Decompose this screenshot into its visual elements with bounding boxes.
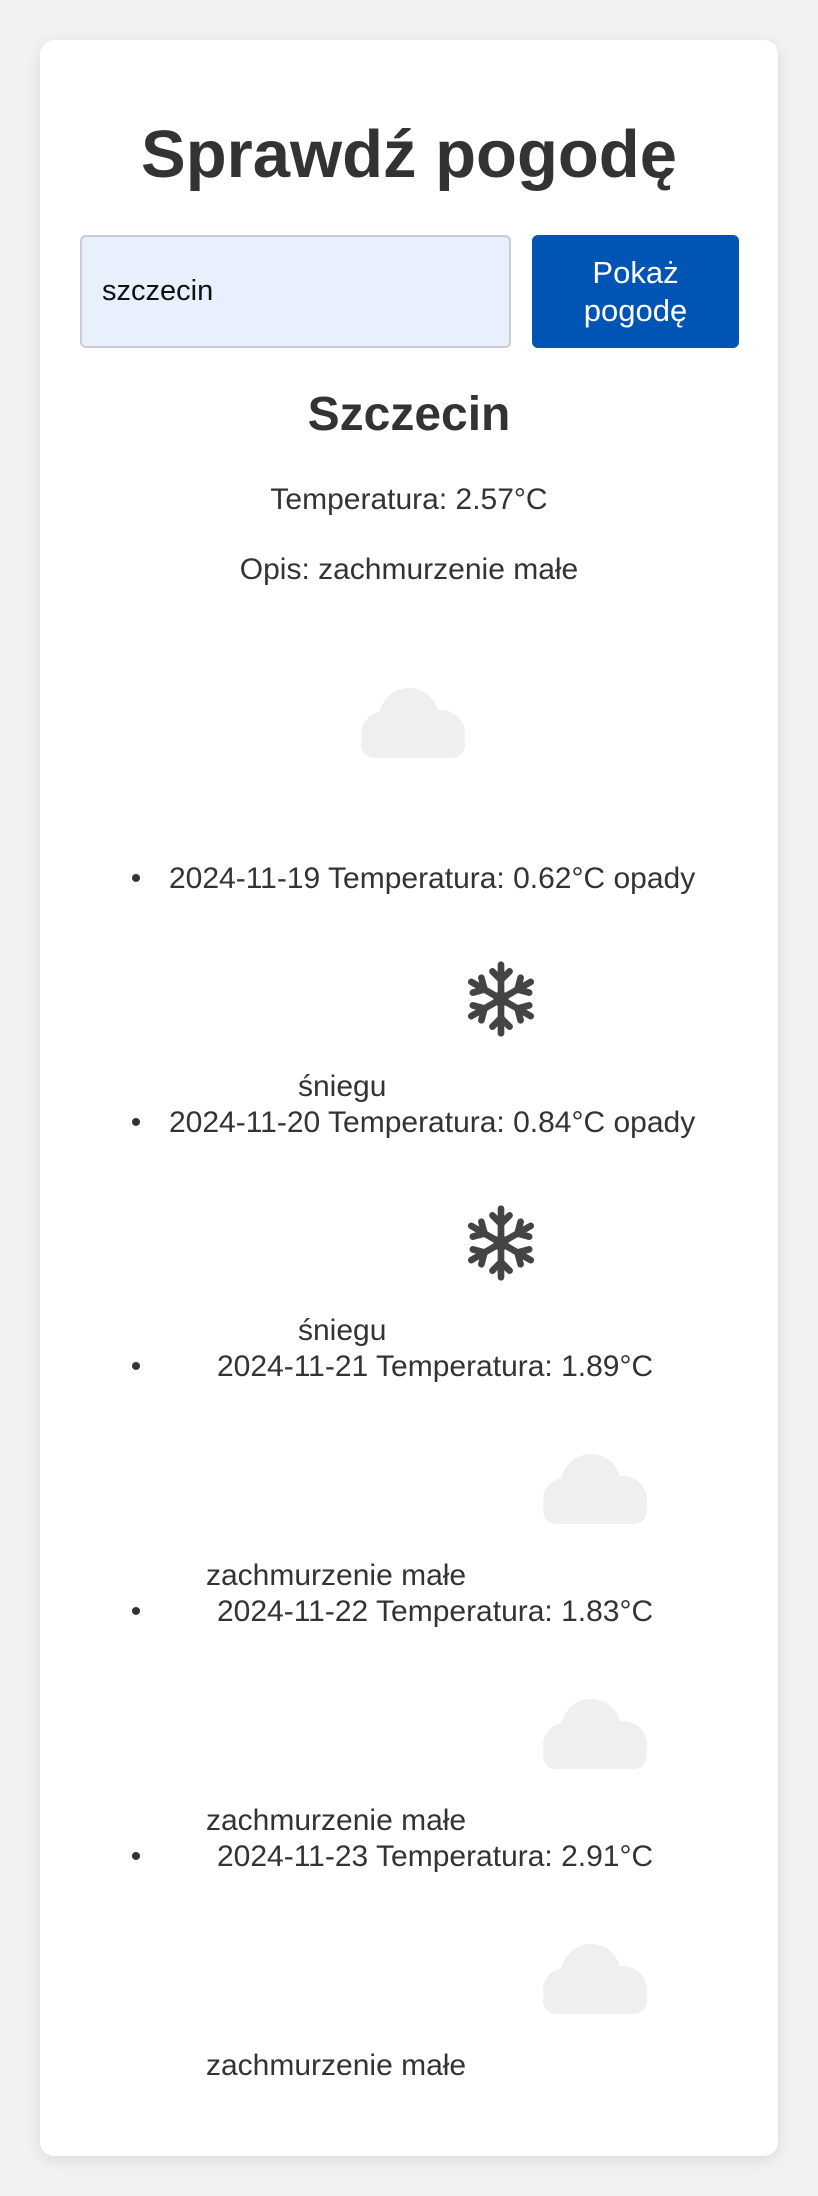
forecast-day-line: 2024-11-23 Temperatura: 2.91°C	[217, 1840, 654, 1873]
forecast-day-description: zachmurzenie małe	[206, 1559, 467, 1592]
list-bullet: •	[130, 1350, 142, 1383]
cloud-icon	[543, 1944, 647, 2014]
forecast-day-description: zachmurzenie małe	[206, 1804, 467, 1837]
forecast-day-description: śniegu	[298, 1070, 387, 1103]
forecast-day-line: 2024-11-22 Temperatura: 1.83°C	[217, 1595, 654, 1628]
snowflake-icon	[467, 961, 535, 1037]
list-bullet: •	[130, 1595, 142, 1628]
list-bullet: •	[130, 862, 142, 895]
list-bullet: •	[130, 1840, 142, 1873]
cloud-icon	[361, 688, 465, 758]
city-name: Szczecin	[307, 388, 511, 441]
show-weather-button[interactable]: Pokaż pogodę	[532, 235, 739, 348]
cloud-icon	[543, 1454, 647, 1524]
list-bullet: •	[130, 1106, 142, 1139]
cloud-icon	[543, 1699, 647, 1769]
forecast-day-line: 2024-11-20 Temperatura: 0.84°C opady	[169, 1106, 696, 1139]
forecast-day-description: śniegu	[298, 1314, 387, 1347]
forecast-day-line: 2024-11-19 Temperatura: 0.62°C opady	[169, 862, 696, 895]
snowflake-icon	[467, 1205, 535, 1281]
current-temperature: Temperatura: 2.57°C	[270, 483, 548, 516]
current-description: Opis: zachmurzenie małe	[239, 553, 579, 586]
forecast-day-line: 2024-11-21 Temperatura: 1.89°C	[217, 1350, 654, 1383]
forecast-day-description: zachmurzenie małe	[206, 2049, 467, 2082]
page-title: Sprawdź pogodę	[141, 117, 677, 192]
city-search-input[interactable]	[80, 235, 511, 348]
